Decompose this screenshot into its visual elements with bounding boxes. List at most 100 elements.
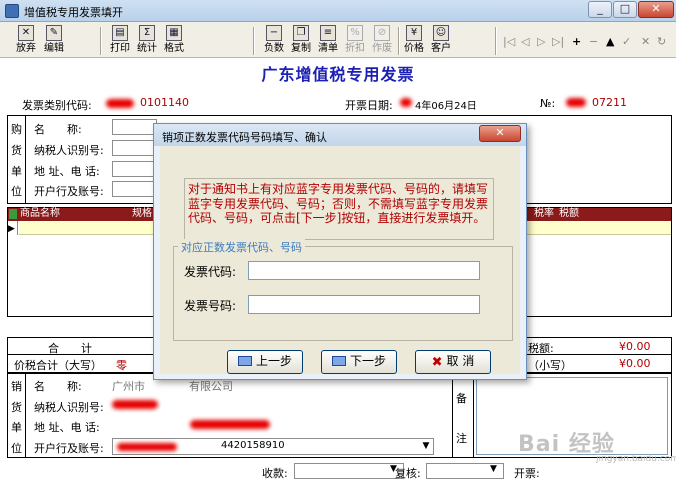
move-up-icon[interactable]: ▲ [606,35,614,48]
receiver-label: 收款: [262,467,288,480]
confirm-icon[interactable]: ✓ [622,35,631,48]
invoice-code-field[interactable] [248,261,480,280]
close-window-button[interactable]: ✕ [638,1,674,18]
sigma-icon: Σ [139,25,155,41]
next-record-icon[interactable]: ▷ [537,35,545,48]
seller-taxid-label: 纳税人识别号: [34,401,104,414]
buyer-address-input[interactable] [112,161,157,177]
row-indicator: ▶ [8,221,18,235]
reviewer-select[interactable]: ▼ [426,463,504,479]
sum-label: 合 计 [48,342,92,355]
discount-icon: % [347,25,363,41]
copy-icon: ❐ [293,25,309,41]
issuer-label: 开票: [514,467,540,480]
minimize-button[interactable]: _ [588,1,612,18]
seller-side-label: 销 [11,380,22,393]
chevron-down-icon: ▼ [490,464,497,474]
delete-row-icon[interactable]: − [589,35,598,48]
buyer-side-label: 货 [11,144,22,157]
last-record-icon[interactable]: ▷| [552,35,564,48]
refresh-icon[interactable]: ↻ [657,35,666,48]
remark-label: 注 [456,432,467,445]
invoice-date-value: 4年06月24日 [415,101,477,112]
toolbar-separator [253,27,255,55]
edit-button[interactable]: ✎ 编辑 [40,25,68,57]
buyer-bank-input[interactable] [112,181,157,197]
seller-side-label: 货 [11,401,22,414]
seller-name-label: 名 称: [34,380,82,393]
tax-amount-label: 税额: [528,342,554,355]
next-step-button[interactable]: 下一步 [321,350,397,374]
buyer-side-label: 购 [11,123,22,136]
invoice-no-label: №: [540,97,556,110]
buyer-taxid-input[interactable] [112,140,157,156]
window-title: 增值税专用发票填开 [24,6,123,19]
maximize-button[interactable]: □ [613,1,637,18]
seller-name-value: 广州市 有限公司 [112,380,233,393]
grid-col-spec: 规格 [132,208,152,219]
total-uppercase-label: 价税合计（大写） [14,359,102,372]
negative-icon: − [266,25,282,41]
discount-button[interactable]: % 折扣 [341,25,369,57]
format-button[interactable]: ▦ 格式 [160,25,188,57]
buyer-name-label: 名 称: [34,123,82,136]
buyer-side-label: 单 [11,165,22,178]
dialog-title: 销项正数发票代码号码填写、确认 [162,131,327,144]
statistics-button[interactable]: Σ 统计 [133,25,161,57]
toolbar-separator [495,27,497,55]
redacted-mark [112,400,158,409]
price-icon: ¥ [406,25,422,41]
print-button[interactable]: ▤ 打印 [106,25,134,57]
number-field-label: 发票号码: [184,299,237,313]
total-lowercase-value: ¥0.00 [619,357,651,370]
dialog-close-button[interactable]: ✕ [479,125,521,142]
redacted-mark [566,98,586,107]
edit-icon: ✎ [46,25,62,41]
dialog-group-caption: 对应正数发票代码、号码 [178,239,305,255]
code-field-label: 发票代码: [184,265,237,279]
invoice-number-field[interactable] [248,295,480,314]
buyer-taxid-label: 纳税人识别号: [34,144,104,157]
invoice-title: 广东增值税专用发票 [261,65,415,84]
remark-label: 备 [456,392,467,405]
redacted-mark [106,99,134,108]
arrow-left-icon [237,356,252,366]
invoice-code-value: 0101140 [102,96,189,110]
negative-invoice-button[interactable]: − 负数 [260,25,288,57]
cancel-x-icon: ✖ [431,355,443,370]
prev-step-button[interactable]: 上一步 [227,350,303,374]
list-icon: ≡ [320,25,336,41]
customer-button[interactable]: ☺ 客户 [427,25,455,57]
buyer-side-label: 位 [11,185,22,198]
arrow-right-icon [331,356,346,366]
buyer-bank-label: 开户行及账号: [34,185,104,198]
invoice-no-value: 07211 [592,96,627,109]
toolbar-separator [100,27,102,55]
redacted-mark [117,443,177,451]
reviewer-label: 复核: [395,467,421,480]
dialog-title-bar: 销项正数发票代码号码填写、确认 ✕ [154,124,526,146]
cancel-edit-icon[interactable]: ✕ [641,35,650,48]
chevron-down-icon[interactable]: ▼ [419,439,433,454]
list-button[interactable]: ≡ 清单 [314,25,342,57]
cancel-button[interactable]: ✖ 取 消 [415,350,491,374]
buyer-address-label: 地 址、电 话: [34,165,100,178]
app-icon [5,4,19,18]
first-record-icon[interactable]: |◁ [503,35,515,48]
total-uppercase-value: 零 [116,359,127,372]
prev-record-icon[interactable]: ◁ [521,35,529,48]
customer-icon: ☺ [433,25,449,41]
copy-button[interactable]: ❐ 复制 [287,25,315,57]
seller-side-label: 单 [11,421,22,434]
receiver-select[interactable]: ▼ [294,463,404,479]
buyer-name-input[interactable] [112,119,157,135]
format-icon: ▦ [166,25,182,41]
dialog-message: 对于通知书上有对应蓝字专用发票代码、号码的，请填写蓝字专用发票代码、号码；否则，… [184,178,494,240]
void-button[interactable]: ⊘ 作废 [368,25,396,57]
price-button[interactable]: ¥ 价格 [400,25,428,57]
add-row-icon[interactable]: + [572,35,581,48]
title-bar: 增值税专用发票填开 _ □ ✕ [0,0,676,22]
seller-bank-select[interactable]: 4420158910 ▼ [112,438,434,455]
code-confirm-dialog: 销项正数发票代码号码填写、确认 ✕ 对于通知书上有对应蓝字专用发票代码、号码的，… [153,123,527,380]
discard-button[interactable]: ✕ 放弃 [12,25,40,57]
